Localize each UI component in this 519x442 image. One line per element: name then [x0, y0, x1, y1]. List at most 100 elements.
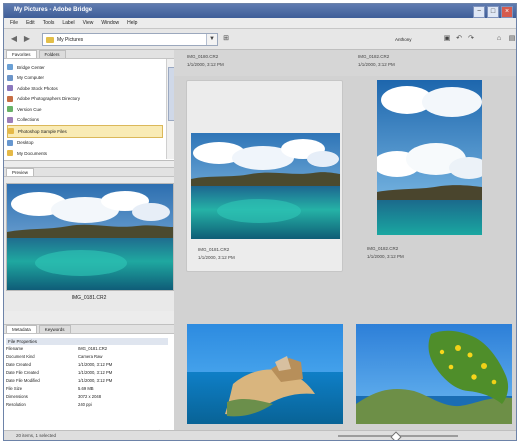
metadata-key: File Size: [6, 386, 23, 391]
tab-folders[interactable]: Folders: [38, 50, 66, 58]
favorite-item-icon: [7, 116, 13, 123]
location-text: My Pictures: [57, 36, 84, 43]
preview-tabs: Preview: [4, 168, 174, 177]
top-label-4: 1/1/2000, 3:12 PM: [358, 62, 395, 67]
favorite-item[interactable]: Version Cue: [7, 104, 163, 115]
metadata-value: 1/1/2000, 3:12 PM: [78, 370, 113, 375]
thumbnail-photo-2[interactable]: [377, 80, 482, 235]
rotate-left-icon[interactable]: ↶: [454, 34, 464, 44]
metadata-row: Resolution 240 ppi: [6, 402, 166, 409]
menu-label[interactable]: Label: [62, 20, 74, 26]
tile-2-filename: IMG_0182.CR2: [367, 246, 399, 251]
status-bar: 20 items, 1 selected: [4, 430, 516, 440]
favorite-item[interactable]: Bridge Center: [7, 62, 163, 73]
preview-image: [6, 183, 174, 291]
favorite-item[interactable]: Desktop: [7, 138, 163, 149]
rotate-right-icon[interactable]: ↷: [466, 34, 476, 44]
menu-bar: File Edit Tools Label View Window Help: [4, 18, 516, 29]
thumbnail-size-slider[interactable]: [338, 431, 458, 440]
metadata-row: Document Kind Camera Raw: [6, 354, 166, 361]
top-label-2: 1/1/2000, 3:12 PM: [187, 62, 224, 67]
favorite-item-icon: [7, 150, 13, 157]
bridge-window: My Pictures - Adobe Bridge − □ × File Ed…: [3, 3, 517, 441]
tile-1-date: 1/1/2000, 3:12 PM: [198, 255, 235, 260]
menu-view[interactable]: View: [83, 20, 94, 26]
title-bar: My Pictures - Adobe Bridge − □ ×: [4, 4, 516, 18]
favorite-item[interactable]: Photoshop Sample Files: [7, 125, 163, 138]
favorite-item-icon: [7, 139, 13, 146]
metadata-value: 240 ppi: [78, 402, 92, 407]
new-folder-icon[interactable]: ▣: [442, 34, 452, 44]
thumbnail-photo-4[interactable]: [356, 324, 512, 424]
metadata-key: Date File Modified: [6, 378, 40, 383]
metadata-row: Dimensions 3072 x 2048: [6, 394, 166, 401]
favorite-item-label: Version Cue: [17, 106, 42, 112]
metadata-row: Date File Modified 1/1/2000, 3:12 PM: [6, 378, 166, 385]
thumbnail-photo-3[interactable]: [187, 324, 343, 424]
folder-icon: [46, 36, 54, 43]
thumbnail-size-slider-knob[interactable]: [390, 431, 402, 440]
tab-keywords[interactable]: Keywords: [38, 325, 71, 333]
metadata-row: File Size 5.69 MB: [6, 386, 166, 393]
favorite-item[interactable]: My Documents: [7, 148, 163, 159]
metadata-value: Camera Raw: [78, 354, 103, 359]
location-field[interactable]: My Pictures ▼: [42, 33, 218, 46]
metadata-panel: Metadata Keywords File Properties Filena…: [4, 324, 174, 440]
favorites-scrollbar[interactable]: [166, 59, 175, 159]
metadata-row: Date Created 1/1/2000, 3:12 PM: [6, 362, 166, 369]
favorite-item-icon: [7, 106, 13, 113]
favorite-item-label: My Computer: [17, 75, 45, 81]
favorite-item-label: Collections: [17, 117, 40, 123]
maximize-button[interactable]: □: [487, 6, 499, 18]
trash-icon[interactable]: ⌂: [494, 34, 504, 44]
tab-preview[interactable]: Preview: [6, 168, 35, 176]
metadata-key: Date Created: [6, 362, 31, 367]
favorite-item-icon: [7, 74, 13, 81]
go-up-icon[interactable]: ⊞: [221, 34, 231, 44]
file-properties-section[interactable]: File Properties: [6, 338, 168, 345]
tab-metadata[interactable]: Metadata: [6, 325, 37, 333]
favorite-item-icon: [8, 128, 14, 135]
preview-panel: Preview IMG_0181.CR2: [4, 167, 174, 311]
toolbar: ◀ ▶ My Pictures ▼ ⊞ Anthony ▣ ↶ ↷ ⌂ ▤: [4, 29, 516, 50]
metadata-tabs: Metadata Keywords: [4, 325, 174, 334]
favorite-item[interactable]: Collections: [7, 115, 163, 126]
favorite-item[interactable]: Adobe Stock Photos: [7, 83, 163, 94]
metadata-value: 5.69 MB: [78, 386, 94, 391]
thumbnail-tile-selected[interactable]: IMG_0181.CR2 1/1/2000, 3:12 PM: [186, 80, 343, 272]
tab-favorites[interactable]: Favorites: [6, 50, 37, 58]
user-name: Anthony: [395, 37, 412, 42]
metadata-value: 1/1/2000, 3:12 PM: [78, 362, 113, 367]
metadata-value: 3072 x 2048: [78, 394, 102, 399]
menu-tools[interactable]: Tools: [43, 20, 55, 26]
thumbnail-tile[interactable]: IMG_0182.CR2 1/1/2000, 3:12 PM: [356, 80, 511, 270]
tile-1-filename: IMG_0181.CR2: [198, 247, 230, 252]
favorite-item[interactable]: My Computer: [7, 73, 163, 84]
favorite-item-icon: [7, 95, 13, 102]
menu-help[interactable]: Help: [127, 20, 137, 26]
close-button[interactable]: ×: [501, 6, 513, 18]
top-label-3: IMG_0182.CR2: [358, 54, 390, 59]
forward-arrow-icon[interactable]: ▶: [22, 34, 32, 44]
minimize-button[interactable]: −: [473, 6, 485, 18]
metadata-key: Resolution: [6, 402, 26, 407]
favorite-item[interactable]: Adobe Photographers Directory: [7, 94, 163, 105]
favorites-tabs: Favorites Folders: [4, 50, 174, 59]
left-panels: Favorites Folders Bridge Center My Comput…: [4, 50, 175, 440]
preview-photo: [7, 184, 173, 290]
favorite-item-label: Photoshop Sample Files: [18, 128, 67, 134]
location-dropdown-button[interactable]: ▼: [206, 34, 217, 45]
back-arrow-icon[interactable]: ◀: [9, 34, 19, 44]
thumbnail-photo-1[interactable]: [191, 133, 340, 239]
content-area: IMG_0180.CR2 1/1/2000, 3:12 PM IMG_0182.…: [174, 50, 516, 430]
favorite-item-icon: [7, 64, 13, 71]
metadata-value: 1/1/2000, 3:12 PM: [78, 378, 113, 383]
menu-window[interactable]: Window: [101, 20, 119, 26]
menu-file[interactable]: File: [10, 20, 18, 26]
switch-mode-icon[interactable]: ▤: [507, 34, 516, 44]
favorite-item-label: My Documents: [17, 150, 48, 156]
favorite-item-label: Desktop: [17, 140, 34, 146]
metadata-key: Dimensions: [6, 394, 28, 399]
top-thumbnail-strip: IMG_0180.CR2 1/1/2000, 3:12 PM IMG_0182.…: [174, 50, 516, 76]
menu-edit[interactable]: Edit: [26, 20, 35, 26]
